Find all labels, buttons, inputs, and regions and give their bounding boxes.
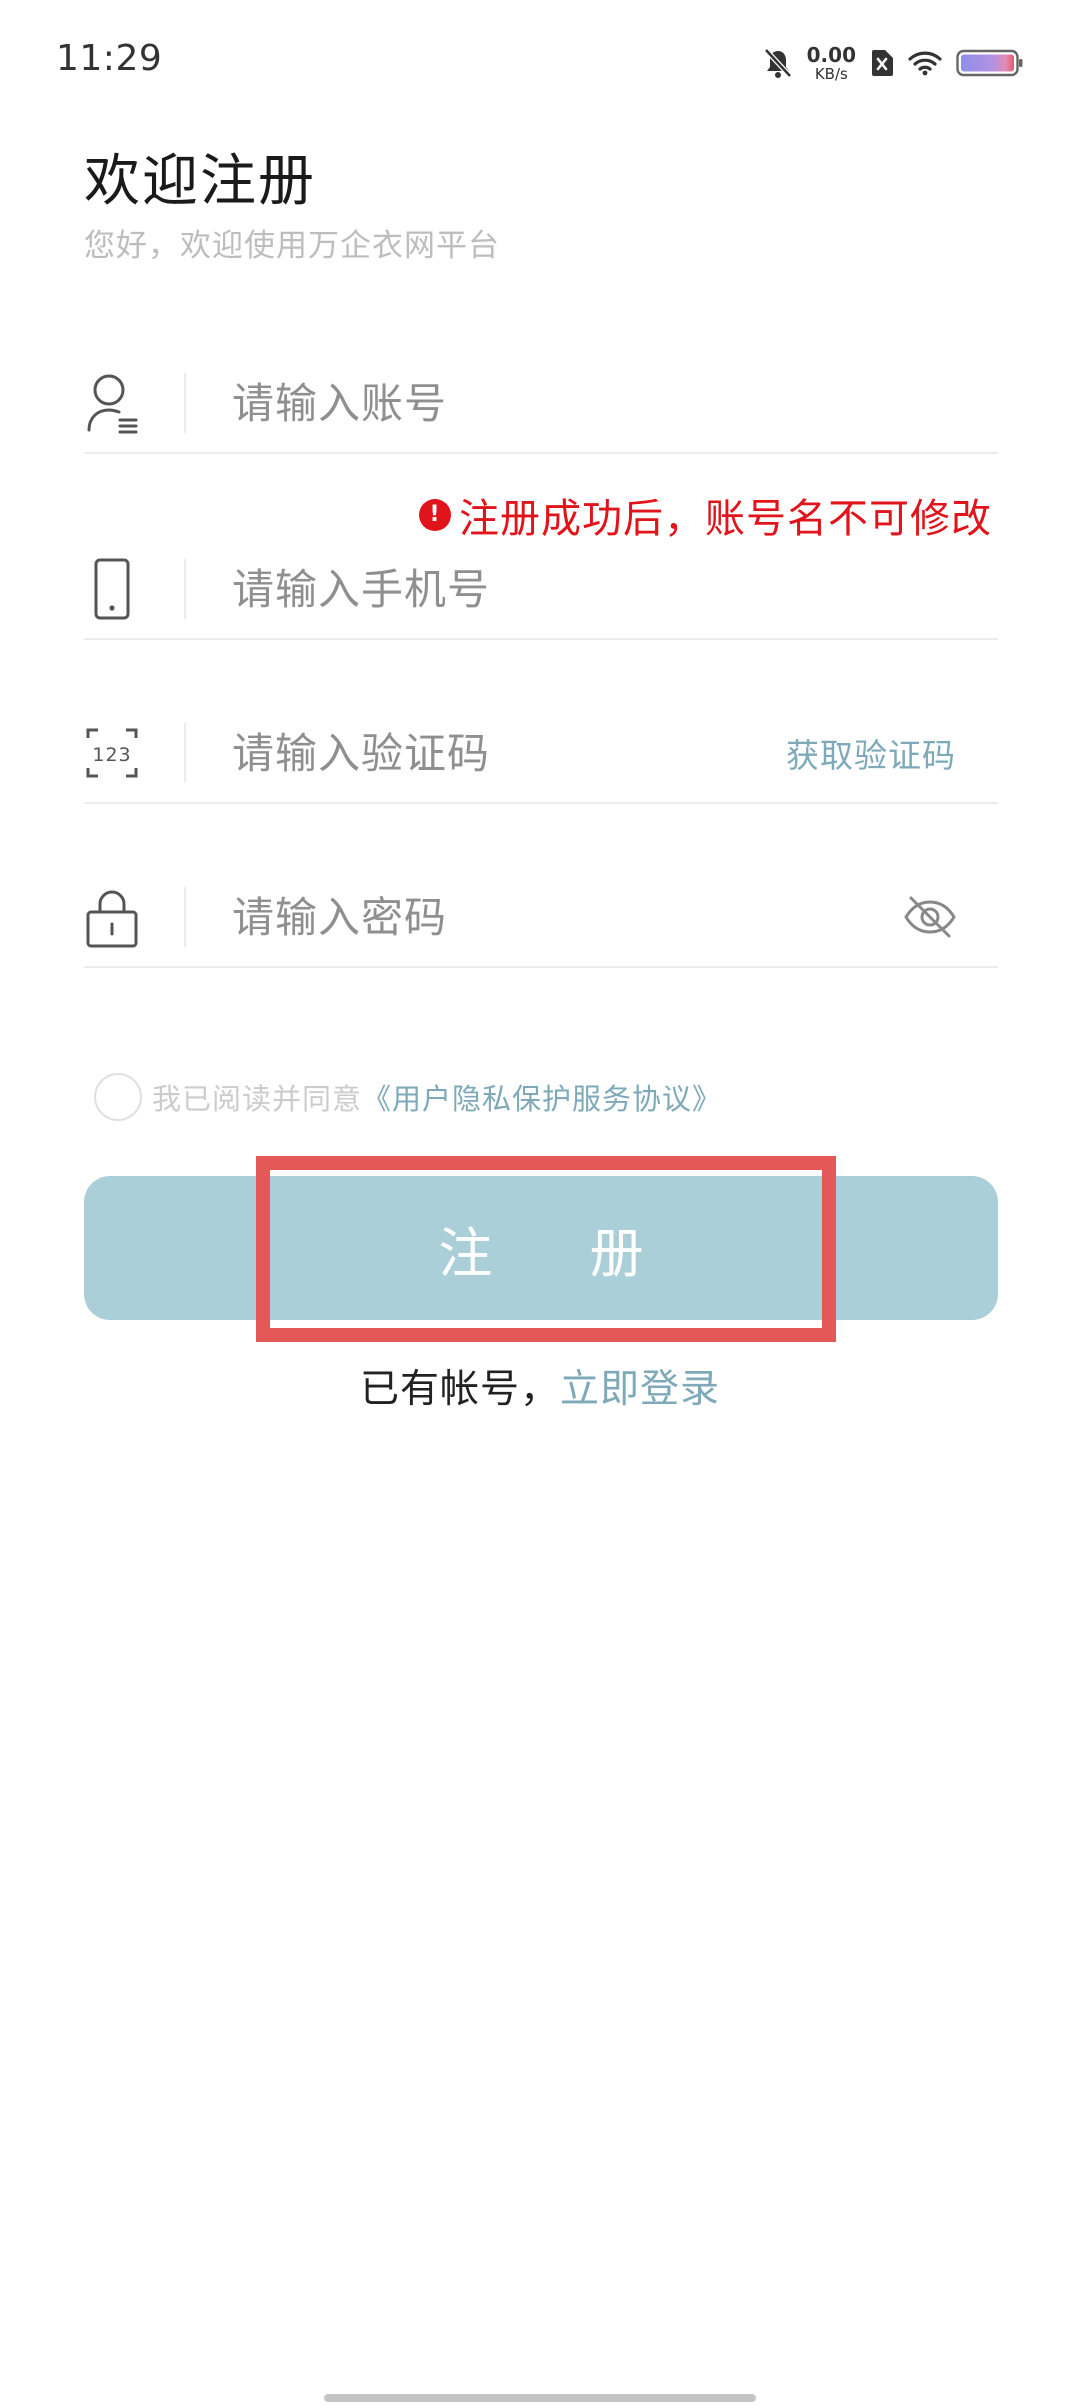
page-title: 欢迎注册 (84, 149, 316, 214)
field-divider (184, 723, 186, 783)
phone-icon (84, 556, 140, 622)
warning-icon: ! (419, 499, 451, 531)
login-prompt: 已有帐号，立即登录 (0, 1358, 1080, 1414)
eye-off-icon[interactable] (902, 889, 958, 945)
code-input[interactable] (232, 723, 712, 783)
code-123-icon: 123 (84, 720, 140, 786)
svg-text:123: 123 (92, 744, 131, 766)
agreement: 我已阅读并同意 《用户隐私保护服务协议》 (94, 1070, 722, 1124)
register-screen: 11:29 0.00 KB/s 欢迎注册 您好，欢迎使用万企衣网平台 请输入账号… (0, 0, 1080, 2408)
page-subtitle: 您好，欢迎使用万企衣网平台 (84, 228, 500, 264)
net-speed: 0.00 KB/s (807, 45, 856, 82)
battery-icon (956, 49, 1024, 77)
bell-muted-icon (763, 47, 793, 79)
field-divider (184, 373, 186, 433)
password-input[interactable] (232, 887, 712, 947)
account-warning: ! 注册成功后，账号名不可修改 (419, 486, 992, 544)
lock-icon (84, 884, 140, 950)
status-icons: 0.00 KB/s (763, 40, 1024, 86)
login-prompt-text: 已有帐号， (359, 1367, 560, 1412)
account-row (84, 354, 998, 454)
agreement-checkbox[interactable] (94, 1073, 142, 1121)
user-icon (84, 370, 140, 436)
login-link[interactable]: 立即登录 (560, 1367, 720, 1412)
field-divider (184, 559, 186, 619)
password-row (84, 868, 998, 968)
agreement-text: 我已阅读并同意 (152, 1082, 363, 1116)
phone-row (84, 540, 998, 640)
account-warning-text: 注册成功后，账号名不可修改 (459, 496, 992, 542)
status-time: 11:29 (56, 38, 163, 79)
wifi-icon (908, 50, 942, 76)
home-indicator[interactable] (324, 2394, 756, 2402)
status-bar: 11:29 0.00 KB/s (0, 0, 1080, 126)
get-code-button[interactable]: 获取验证码 (786, 729, 956, 777)
field-divider (184, 887, 186, 947)
net-speed-value: 0.00 (806, 42, 856, 67)
sim-x-icon (870, 49, 894, 77)
register-button[interactable]: 注 册 (84, 1176, 998, 1320)
account-input[interactable] (232, 373, 792, 433)
phone-input[interactable] (232, 559, 792, 619)
code-row: 123 获取验证码 (84, 704, 998, 804)
privacy-agreement-link[interactable]: 《用户隐私保护服务协议》 (362, 1076, 722, 1118)
net-speed-unit: KB/s (814, 64, 848, 83)
